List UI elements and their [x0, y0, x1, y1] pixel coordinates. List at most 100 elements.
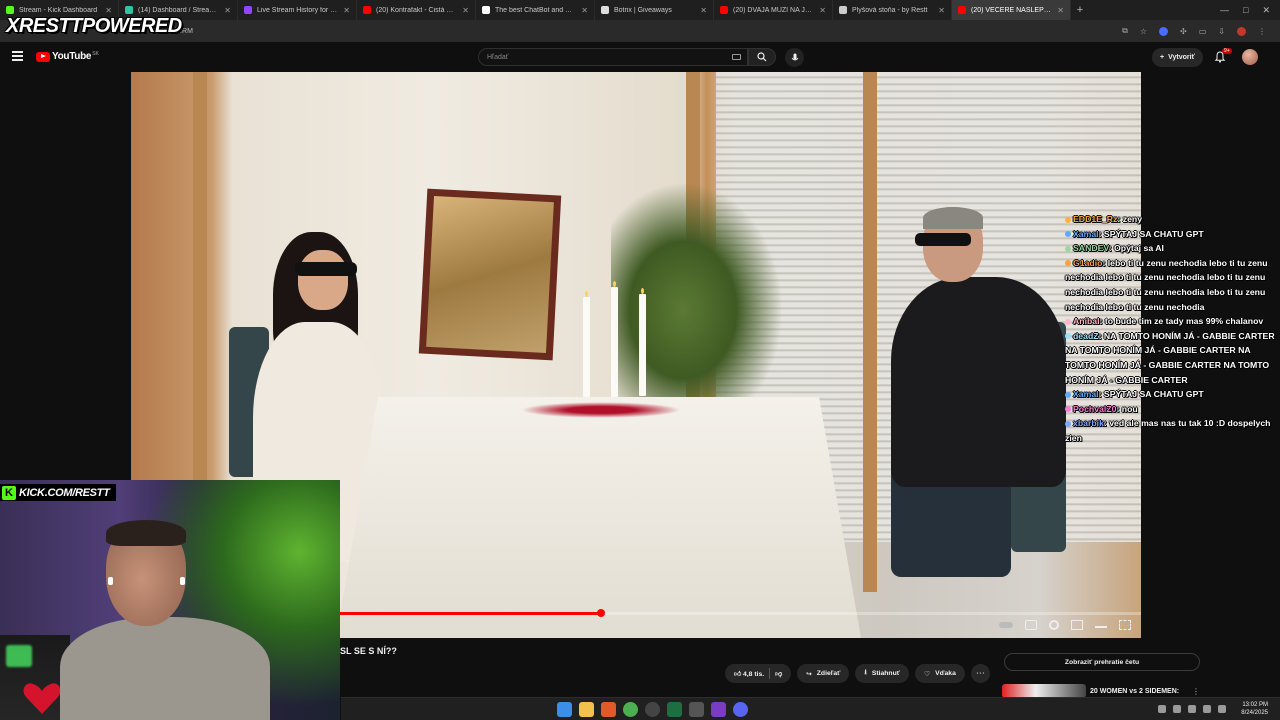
- clock-date: 8/24/2025: [1241, 710, 1268, 716]
- app-icon[interactable]: [689, 702, 704, 717]
- chat-message: EDD1E_Rz: zeny: [1065, 212, 1277, 227]
- kick-logo-icon: K: [2, 485, 16, 500]
- tab-favicon-icon: [601, 6, 609, 14]
- dislike-button[interactable]: 👎︎: [775, 670, 782, 678]
- search-icon: [757, 52, 767, 62]
- youtube-header: YouTube SK Hľadať + Vytvoriť 9+: [0, 42, 1280, 72]
- browser-tab[interactable]: (20) Kontrafakt - Čistá Duša pre… ✕: [357, 0, 476, 20]
- recommended-title[interactable]: 20 WOMEN vs 2 SIDEMEN:: [1090, 688, 1179, 695]
- excel-icon[interactable]: [667, 702, 682, 717]
- system-clock[interactable]: 13:02 PM 8/24/2025: [1241, 701, 1268, 717]
- account-avatar[interactable]: [1242, 49, 1258, 65]
- tab-close-icon[interactable]: ✕: [462, 6, 469, 15]
- brave-browser-icon[interactable]: [601, 702, 616, 717]
- tab-close-icon[interactable]: ✕: [700, 6, 707, 15]
- battery-icon[interactable]: [1218, 705, 1226, 713]
- minimize-icon[interactable]: —: [1220, 5, 1229, 16]
- tab-close-icon[interactable]: ✕: [819, 6, 826, 15]
- share-button[interactable]: ↪ Zdieľať: [797, 664, 850, 683]
- browser-tab[interactable]: Live Stream History for Blerp S… ✕: [238, 0, 357, 20]
- like-button[interactable]: 👍︎ 4,8 tis.: [734, 670, 764, 678]
- plus-icon: +: [1160, 54, 1165, 61]
- maximize-icon[interactable]: □: [1243, 5, 1248, 16]
- tray-app-icon[interactable]: [1173, 705, 1181, 713]
- browser-tab[interactable]: Plyšová stoňa - by Restt ✕: [833, 0, 952, 20]
- wall-painting: [418, 188, 562, 361]
- autoplay-toggle[interactable]: [999, 622, 1013, 628]
- new-tab-button[interactable]: +: [1071, 4, 1089, 16]
- tab-favicon-icon: [839, 6, 847, 14]
- chat-badge-icon: [1065, 421, 1071, 428]
- tab-close-icon[interactable]: ✕: [224, 6, 231, 15]
- tab-close-icon[interactable]: ✕: [581, 6, 588, 15]
- fullscreen-icon[interactable]: [1119, 620, 1131, 630]
- window-controls: — □ ✕: [1220, 5, 1280, 16]
- start-icon[interactable]: [557, 702, 572, 717]
- thanks-label: Vďaka: [935, 670, 956, 677]
- tab-close-icon[interactable]: ✕: [343, 6, 350, 15]
- create-label: Vytvoriť: [1168, 54, 1195, 61]
- chat-username: xbarbik: [1073, 418, 1104, 429]
- miniplayer-icon[interactable]: [1071, 620, 1083, 630]
- voice-search-button[interactable]: [785, 48, 804, 67]
- tab-favicon-icon: [720, 6, 728, 14]
- tab-favicon-icon: [6, 6, 14, 14]
- file-explorer-icon[interactable]: [579, 702, 594, 717]
- browser-menu-icon[interactable]: ⋮: [1258, 27, 1266, 36]
- extensions-puzzle-icon[interactable]: ✣: [1180, 27, 1187, 36]
- tab-favicon-icon: [482, 6, 490, 14]
- sidebar-icon[interactable]: ▭: [1199, 27, 1207, 36]
- youtube-wordmark: YouTube: [52, 51, 92, 62]
- progress-scrubber[interactable]: [596, 609, 605, 617]
- bookmark-star-icon[interactable]: ☆: [1140, 27, 1147, 36]
- browser-tab[interactable]: (20) VEČERE NASLEPO - ST…✕: [952, 0, 1071, 20]
- hamburger-menu-icon[interactable]: [12, 51, 23, 61]
- kick-channel-badge: K KICK.COM/RESTT: [0, 484, 116, 501]
- volume-icon[interactable]: [1203, 705, 1211, 713]
- chat-username: deadZ: [1073, 330, 1099, 341]
- youtube-logo[interactable]: YouTube SK: [36, 51, 99, 62]
- tray-chevron-icon[interactable]: [1158, 705, 1166, 713]
- more-actions-button[interactable]: ⋯: [970, 664, 990, 683]
- discord-icon[interactable]: [733, 702, 748, 717]
- download-button[interactable]: ⭳ Stiahnuť: [855, 664, 909, 683]
- browser-tab[interactable]: The best ChatBot and Widgets…✕: [476, 0, 595, 20]
- obs-icon[interactable]: [645, 702, 660, 717]
- share-label: Zdieľať: [816, 670, 841, 677]
- keyboard-icon[interactable]: [732, 54, 741, 60]
- wifi-icon[interactable]: [1188, 705, 1196, 713]
- theater-mode-icon[interactable]: [1095, 622, 1107, 628]
- chat-badge-icon: [1065, 406, 1071, 413]
- thanks-icon: ♡: [924, 670, 931, 678]
- recommended-video[interactable]: 20 WOMEN vs 2 SIDEMEN: ⋮: [1002, 684, 1200, 698]
- recommended-menu-icon[interactable]: ⋮: [1192, 687, 1200, 696]
- close-window-icon[interactable]: ✕: [1262, 5, 1270, 16]
- tab-title: Botrix | Giveaways: [614, 6, 672, 14]
- tab-close-icon[interactable]: ✕: [105, 6, 112, 15]
- settings-gear-icon[interactable]: [1049, 620, 1059, 630]
- tab-close-icon[interactable]: ✕: [1057, 6, 1064, 15]
- streaming-app-icon[interactable]: [711, 702, 726, 717]
- chat-badge-icon: [1065, 231, 1071, 238]
- browser-tab[interactable]: Botrix | Giveaways ✕: [595, 0, 714, 20]
- create-button[interactable]: + Vytvoriť: [1152, 48, 1203, 67]
- download-icon[interactable]: ⇩: [1218, 27, 1225, 36]
- subtitles-icon[interactable]: [1025, 620, 1037, 630]
- browser-address-bar[interactable]: Pk6RM ⧉ ☆ ✣ ▭ ⇩ ⋮: [0, 20, 1280, 42]
- profile-icon[interactable]: [1237, 26, 1246, 36]
- like-count: 4,8 tis.: [743, 670, 765, 678]
- thanks-button[interactable]: ♡ Vďaka: [915, 664, 965, 683]
- chat-username: Anibal: [1073, 316, 1100, 327]
- tab-close-icon[interactable]: ✕: [938, 6, 945, 15]
- search-button[interactable]: [748, 48, 776, 66]
- extension-icon[interactable]: [1159, 26, 1169, 36]
- show-chat-replay-button[interactable]: Zobraziť prehratie četu: [1004, 653, 1200, 671]
- candle: [611, 281, 618, 397]
- cast-icon[interactable]: ⧉: [1122, 26, 1128, 36]
- chat-message: G1adio: lebo ti tu zenu nechodia lebo ti…: [1065, 256, 1277, 314]
- search-input[interactable]: Hľadať: [478, 48, 748, 66]
- recommended-thumbnail[interactable]: [1002, 684, 1086, 698]
- chrome-icon[interactable]: [623, 702, 638, 717]
- chat-text: : SPÝTAJ SA CHATU GPT: [1098, 228, 1204, 239]
- browser-tab[interactable]: (20) DVAJA MUŽI NA JEDNOM… ✕: [714, 0, 833, 20]
